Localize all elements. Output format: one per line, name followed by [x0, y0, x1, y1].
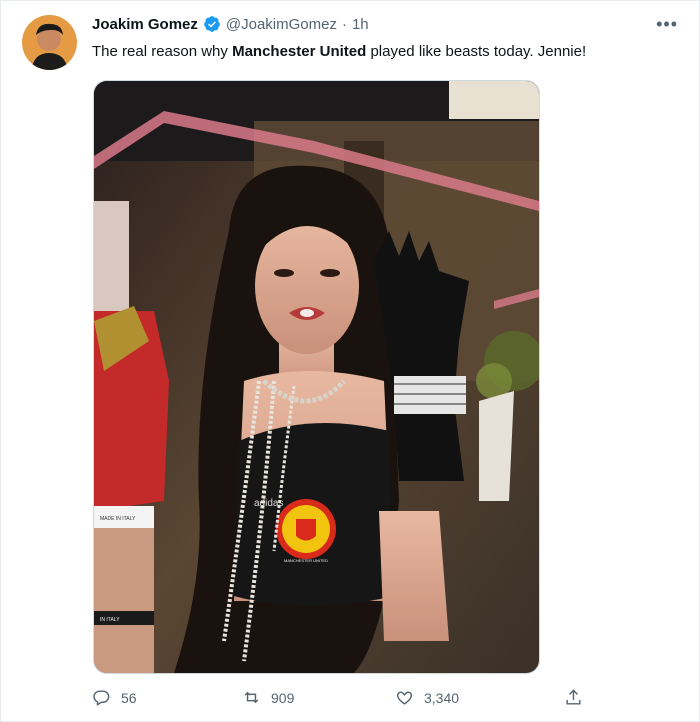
tweet-text-part1: The real reason why — [92, 43, 233, 60]
tweet-header: Joakim Gomez @JoakimGomez · 1h — [92, 15, 369, 33]
tweet-text-part2: played like beasts today. Jennie! — [366, 43, 587, 60]
like-action[interactable]: 3,340 — [395, 688, 459, 707]
like-count: 3,340 — [424, 689, 460, 706]
reply-icon — [93, 690, 110, 706]
author-handle[interactable]: @JoakimGomez — [226, 16, 337, 33]
avatar[interactable] — [22, 15, 77, 70]
more-options-icon[interactable]: ••• — [656, 14, 678, 35]
tweet-text: The real reason why Manchester United pl… — [92, 43, 586, 60]
reply-count: 56 — [121, 689, 137, 706]
photo-illustration: MADE IN ITALY IN ITALY adidas MANCHESTER… — [94, 81, 539, 673]
retweet-action[interactable]: 909 — [242, 688, 294, 707]
share-action[interactable] — [564, 688, 583, 707]
crest-text: MANCHESTER UNITED — [284, 558, 328, 563]
tweet-photo[interactable]: MADE IN ITALY IN ITALY adidas MANCHESTER… — [93, 80, 540, 674]
separator-dot: · — [341, 15, 347, 33]
retweet-count: 909 — [271, 689, 295, 706]
share-icon — [566, 689, 581, 705]
author-name[interactable]: Joakim Gomez — [92, 16, 198, 33]
tweet-actions: 56 909 3,340 — [92, 688, 592, 710]
avatar-image — [22, 15, 77, 70]
timestamp[interactable]: 1h — [352, 16, 369, 33]
reply-action[interactable]: 56 — [92, 688, 137, 707]
verified-badge-icon — [204, 16, 220, 32]
waistband-label-2: IN ITALY — [100, 617, 120, 623]
waistband-label-1: MADE IN ITALY — [100, 516, 136, 522]
tweet-text-bold: Manchester United — [232, 43, 367, 60]
heart-icon — [397, 691, 412, 705]
retweet-icon — [244, 691, 259, 704]
